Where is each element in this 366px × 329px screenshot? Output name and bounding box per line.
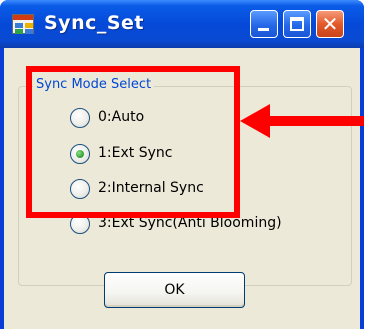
app-icon-bar xyxy=(13,15,33,20)
maximize-icon xyxy=(290,17,304,31)
red-highlight-box xyxy=(26,66,240,218)
minimize-icon xyxy=(258,28,269,31)
arrow-shape xyxy=(240,104,364,138)
window-title: Sync_Set xyxy=(44,12,145,34)
title-bar[interactable]: Sync_Set ✕ xyxy=(0,0,364,48)
app-icon-cell xyxy=(25,29,33,34)
close-button[interactable]: ✕ xyxy=(316,10,344,38)
red-arrow-icon xyxy=(240,104,364,138)
ok-button[interactable]: OK xyxy=(104,272,245,308)
maximize-button[interactable] xyxy=(283,10,311,38)
app-icon-cell xyxy=(15,29,23,34)
app-icon-cell xyxy=(25,23,33,28)
close-icon: ✕ xyxy=(321,12,339,36)
app-icon-cell xyxy=(15,23,23,28)
screenshot-stage: Sync_Set ✕ Sync Mode Select 0:Auto 1:Ext… xyxy=(0,0,366,329)
minimize-button[interactable] xyxy=(250,10,278,38)
app-icon xyxy=(12,14,34,34)
